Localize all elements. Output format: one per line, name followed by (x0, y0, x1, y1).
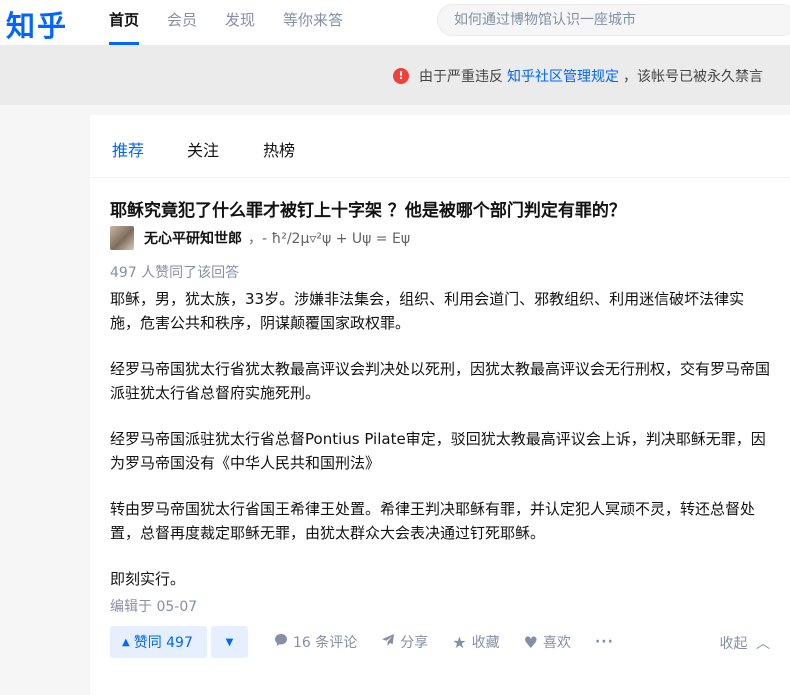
heart-icon: ♥ (523, 632, 538, 652)
community-rules-link[interactable]: 知乎社区管理规定 (507, 66, 619, 86)
search-input[interactable]: 如何通过博物馆认识一座城市 (437, 4, 790, 36)
author-name[interactable]: 无心平研知世郎 (144, 228, 242, 248)
ban-text-prefix: 由于严重违反 (419, 69, 503, 85)
nav-discover[interactable]: 发现 (225, 0, 255, 45)
answer-paragraph: 耶稣，男，犹太族，33岁。涉嫌非法集会，组织、利用会道门、邪教组织、利用迷信破坏… (110, 290, 745, 332)
answer-paragraph: 经罗马帝国犹太行省犹太教最高评议会判决处以死刑，因犹太教最高评议会无行刑权，交有… (110, 360, 771, 402)
upvote-label: 赞同 497 (133, 635, 193, 651)
ban-notice-banner: ! 由于严重违反 知乎社区管理规定 ，该帐号已被永久禁言 (0, 45, 790, 105)
nav-membership[interactable]: 会员 (167, 0, 197, 45)
author-bio: ，- ħ²/2μ▿²ψ + Uψ = Eψ (248, 231, 411, 247)
zhihu-logo[interactable]: 知乎 (6, 3, 68, 45)
chevron-up-icon: ︿ (756, 636, 770, 652)
collapse-button[interactable]: 收起 ︿ (720, 633, 770, 653)
downvote-button[interactable]: ▼ (211, 626, 248, 658)
triangle-up-icon: ▲ (122, 636, 130, 648)
answer-paragraph: 即刻实行。 (110, 570, 186, 588)
more-icon: ··· (594, 634, 614, 650)
action-bar: ▲ 赞同 497 ▼ 16 条评论 分享 ★ 收藏 ♥ 喜欢 ··· 收起 ︿ (110, 626, 770, 658)
feed-card: 推荐 关注 热榜 耶稣究竟犯了什么罪才被钉上十字架 ？他是被哪个部门判定有罪的？… (90, 115, 790, 695)
comments-label: 16 条评论 (293, 635, 358, 651)
comment-icon (274, 633, 288, 651)
triangle-down-icon: ▼ (225, 636, 234, 648)
star-icon: ★ (452, 632, 467, 652)
share-label: 分享 (400, 635, 429, 651)
answer-paragraph: 经罗马帝国派驻犹太行省总督Pontius Pilate审定，驳回犹太教最高评议会… (110, 430, 766, 472)
collapse-label: 收起 (719, 636, 748, 652)
like-label: 喜欢 (542, 635, 571, 651)
share-button[interactable]: 分享 (381, 632, 428, 652)
vote-count-text: 497 人赞同了该回答 (110, 265, 240, 281)
favorite-label: 收藏 (471, 635, 500, 651)
answer-content[interactable]: 耶稣，男，犹太族，33岁。涉嫌非法集会，组织、利用会道门、邪教组织、利用迷信破坏… (110, 287, 770, 613)
top-bar: 知乎 首页 会员 发现 等你来答 如何通过博物馆认识一座城市 (0, 0, 790, 45)
nav-home[interactable]: 首页 (109, 0, 140, 45)
avatar[interactable] (110, 226, 134, 250)
upvote-button[interactable]: ▲ 赞同 497 (110, 626, 207, 658)
favorite-button[interactable]: ★ 收藏 (452, 632, 499, 652)
tab-hot-list[interactable]: 热榜 (263, 137, 295, 161)
nav-waiting-answers[interactable]: 等你来答 (283, 0, 343, 45)
more-button[interactable]: ··· (595, 634, 614, 650)
warning-icon: ! (393, 68, 409, 84)
ban-message: ! 由于严重违反 知乎社区管理规定 ，该帐号已被永久禁言 (393, 66, 763, 86)
share-icon (381, 633, 395, 651)
main-nav: 首页 会员 发现 等你来答 (109, 0, 371, 45)
feed-tabs: 推荐 关注 热榜 (90, 115, 790, 178)
answer-paragraph: 转由罗马帝国犹太行省国王希律王处置。希律王判决耶稣有罪，并认定犯人冥顽不灵，转还… (110, 500, 756, 542)
tab-follow[interactable]: 关注 (187, 137, 219, 161)
author-info: 无心平研知世郎 ，- ħ²/2μ▿²ψ + Uψ = Eψ (110, 225, 410, 251)
like-button[interactable]: ♥ 喜欢 (524, 632, 571, 652)
comments-button[interactable]: 16 条评论 (274, 632, 357, 652)
edited-time[interactable]: 编辑于 05-07 (110, 596, 197, 616)
tab-recommend[interactable]: 推荐 (112, 137, 144, 161)
ban-text-suffix: ，该帐号已被永久禁言 (623, 69, 763, 85)
question-title[interactable]: 耶稣究竟犯了什么罪才被钉上十字架 ？他是被哪个部门判定有罪的？ (110, 196, 626, 221)
